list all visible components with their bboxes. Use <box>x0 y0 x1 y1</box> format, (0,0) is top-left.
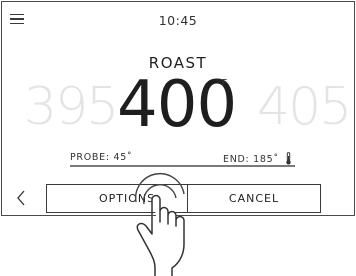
probe-divider <box>70 165 295 167</box>
temperature-unit: °F <box>216 78 228 89</box>
temperature-next-option[interactable]: 405 <box>257 81 352 133</box>
cancel-button[interactable]: CANCEL <box>187 184 321 213</box>
oven-display-screen: 10:45 ROAST 395 400 °F 405 PROBE: 45˚ EN… <box>1 1 355 216</box>
probe-end-label: END: 185˚ <box>223 154 279 165</box>
clock-time: 10:45 <box>158 13 198 28</box>
stage: 10:45 ROAST 395 400 °F 405 PROBE: 45˚ EN… <box>0 0 356 276</box>
temperature-previous-option[interactable]: 395 <box>24 81 119 133</box>
options-button[interactable]: OPTIONS <box>46 184 208 213</box>
chevron-left-icon[interactable] <box>14 188 30 208</box>
probe-temperature-label: PROBE: 45˚ <box>70 152 133 163</box>
